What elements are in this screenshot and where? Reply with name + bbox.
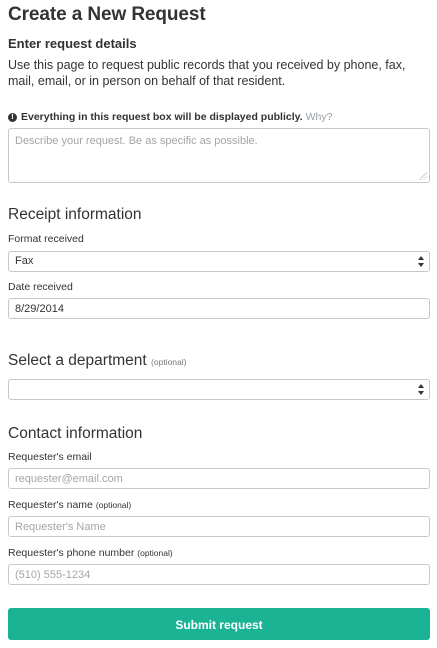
public-notice-text: Everything in this request box will be d… — [21, 111, 303, 123]
phone-optional-tag: (optional) — [137, 548, 173, 558]
submit-request-button[interactable]: Submit request — [8, 608, 430, 640]
requester-name-input[interactable] — [8, 516, 430, 537]
date-received-input[interactable] — [8, 298, 430, 319]
select-arrows-icon — [418, 384, 424, 395]
page-title: Create a New Request — [8, 4, 206, 25]
receipt-heading: Receipt information — [8, 206, 142, 223]
phone-label-text: Requester's phone number — [8, 547, 135, 559]
department-heading: Select a department (optional) — [8, 352, 186, 370]
request-textarea-wrapper — [8, 128, 430, 183]
info-icon: ! — [8, 112, 17, 122]
format-selected-value: Fax — [15, 255, 34, 267]
requester-phone-input[interactable] — [8, 564, 430, 585]
request-form-page: Create a New Request Enter request detai… — [0, 0, 437, 183]
email-label: Requester's email — [8, 451, 92, 463]
name-label-text: Requester's name — [8, 499, 93, 511]
department-optional-tag: (optional) — [151, 357, 187, 367]
resize-grip-icon[interactable] — [419, 172, 427, 180]
public-notice: ! Everything in this request box will be… — [8, 111, 429, 123]
contact-heading: Contact information — [8, 425, 143, 442]
date-label: Date received — [8, 281, 73, 293]
phone-label: Requester's phone number (optional) — [8, 547, 173, 559]
request-description-input[interactable] — [8, 128, 430, 183]
format-label: Format received — [8, 233, 84, 245]
intro-text: Use this page to request public records … — [8, 58, 406, 88]
department-heading-text: Select a department — [8, 352, 147, 369]
section-subtitle: Enter request details — [8, 36, 137, 51]
why-link[interactable]: Why? — [306, 111, 333, 123]
requester-email-input[interactable] — [8, 468, 430, 489]
select-arrows-icon — [418, 256, 424, 267]
name-optional-tag: (optional) — [95, 500, 132, 510]
department-select[interactable] — [8, 379, 430, 400]
name-label: Requester's name (optional) — [8, 499, 131, 511]
format-select[interactable]: Fax — [8, 251, 430, 272]
